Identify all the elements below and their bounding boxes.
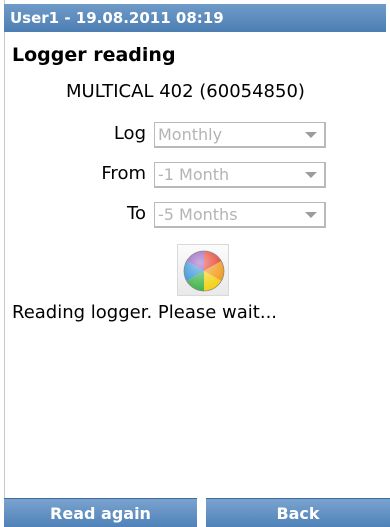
to-select[interactable]: -5 Months [154,202,326,228]
busy-indicator [177,244,229,296]
log-label: Log [113,123,146,144]
back-button[interactable]: Back [206,498,390,527]
log-select[interactable]: Monthly [154,122,326,148]
from-select[interactable]: -1 Month [154,162,326,188]
chevron-down-icon [305,132,317,138]
status-message: Reading logger. Please wait... [12,302,278,323]
to-select-value: -5 Months [158,205,238,224]
from-select-value: -1 Month [158,165,230,184]
page-title: Logger reading [12,44,176,66]
user-datetime-label: User1 - 19.08.2011 08:19 [10,9,224,27]
from-label: From [101,163,146,184]
log-select-value: Monthly [158,125,223,144]
device-info: MULTICAL 402 (60054850) [66,81,305,102]
title-bar: User1 - 19.08.2011 08:19 [4,4,386,32]
read-again-button[interactable]: Read again [4,498,197,527]
chevron-down-icon [305,212,317,218]
to-label: To [127,203,146,224]
chevron-down-icon [305,172,317,178]
color-wheel-icon [183,250,225,292]
